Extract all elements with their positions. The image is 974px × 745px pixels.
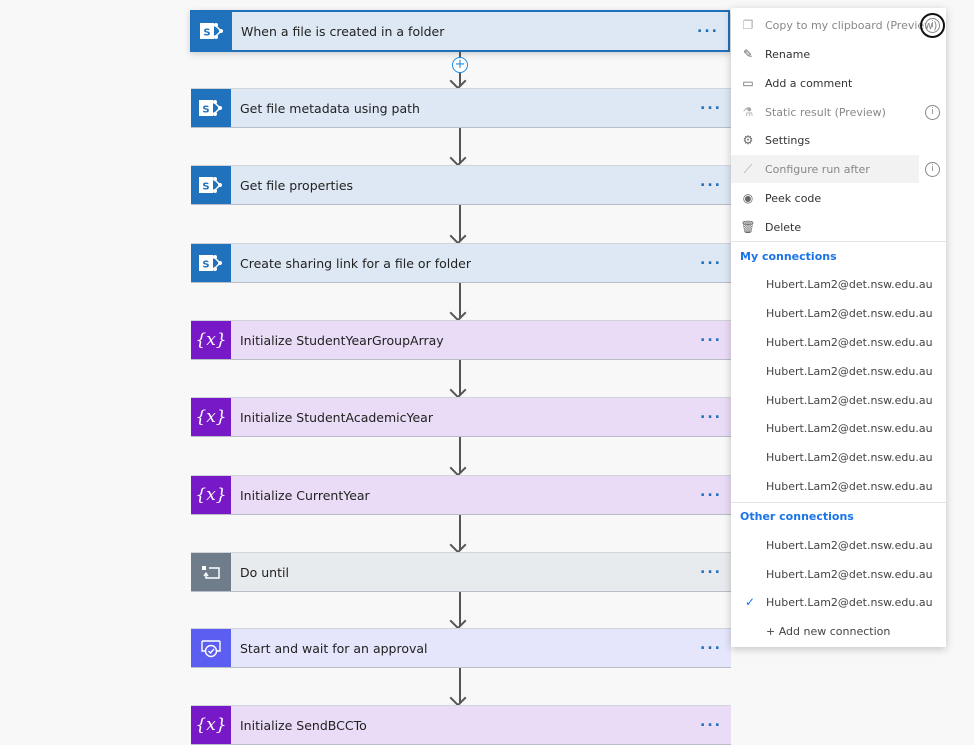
menu-item-label: Static result (Preview) xyxy=(765,105,886,119)
arrow-down-icon xyxy=(449,304,467,322)
flow-step-title: Get file metadata using path xyxy=(240,100,420,116)
more-options-button[interactable]: ... xyxy=(691,98,731,116)
flow-step-card[interactable]: S Get file metadata using path... xyxy=(191,88,731,128)
connection-item[interactable]: Hubert.Lam2@det.nsw.edu.au xyxy=(766,451,933,464)
menu-item-label: Add a comment xyxy=(765,76,853,90)
connection-item[interactable]: Hubert.Lam2@det.nsw.edu.au xyxy=(766,480,933,493)
connection-item[interactable]: Hubert.Lam2@det.nsw.edu.au xyxy=(766,336,933,349)
flow-step-card[interactable]: S When a file is created in a folder... xyxy=(190,10,730,52)
connection-item[interactable]: Hubert.Lam2@det.nsw.edu.au xyxy=(766,539,933,552)
run-after-icon: ⟋ xyxy=(743,161,753,176)
connection-item[interactable]: Hubert.Lam2@det.nsw.edu.au xyxy=(766,422,933,435)
menu-item-rename[interactable]: ✎ Rename xyxy=(731,40,946,68)
arrow-down-icon xyxy=(449,72,467,90)
loop-icon xyxy=(191,553,231,591)
more-options-button[interactable]: ... xyxy=(691,485,731,503)
flow-step-card[interactable]: S Get file properties... xyxy=(191,165,731,205)
action-context-menu: My connections Other connections + Add n… xyxy=(731,8,946,647)
more-options-button[interactable]: ... xyxy=(691,175,731,193)
flow-step-card[interactable]: Start and wait for an approval... xyxy=(191,628,731,668)
more-options-button[interactable]: ... xyxy=(688,21,728,39)
flow-step-title: Start and wait for an approval xyxy=(240,640,428,656)
menu-item-label: Delete xyxy=(765,220,802,234)
approval-icon xyxy=(191,629,231,667)
connection-item[interactable]: Hubert.Lam2@det.nsw.edu.au xyxy=(766,568,933,581)
menu-item-peek-code[interactable]: ◉ Peek code xyxy=(731,184,946,212)
flow-step-title: Initialize StudentYearGroupArray xyxy=(240,332,444,348)
arrow-down-icon xyxy=(449,459,467,477)
arrow-down-icon xyxy=(449,612,467,630)
menu-item-copy-to-my-clipboard-preview[interactable]: ❐ Copy to my clipboard (Preview) xyxy=(731,11,946,39)
sharepoint-icon: S xyxy=(191,244,231,282)
svg-text:S: S xyxy=(202,182,209,193)
svg-text:S: S xyxy=(202,105,209,116)
more-options-button[interactable]: ... xyxy=(691,715,731,733)
flow-step-title: Initialize StudentAcademicYear xyxy=(240,409,433,425)
flow-step-title: When a file is created in a folder xyxy=(241,23,445,39)
connection-item[interactable]: Hubert.Lam2@det.nsw.edu.au xyxy=(766,307,933,320)
variable-icon: {x} xyxy=(191,321,231,359)
info-icon[interactable]: i xyxy=(925,105,940,120)
variable-icon: {x} xyxy=(191,476,231,514)
flow-step-card[interactable]: {x} Initialize CurrentYear... xyxy=(191,475,731,515)
more-options-button[interactable]: ... xyxy=(691,253,731,271)
flask-icon: ⚗ xyxy=(742,105,754,119)
add-step-button[interactable]: + xyxy=(452,57,468,73)
sharepoint-icon: S xyxy=(191,89,231,127)
flow-step-title: Get file properties xyxy=(240,177,354,193)
other-connections-heading: Other connections xyxy=(740,510,854,523)
trash-icon: 🗑 xyxy=(740,220,756,234)
pencil-icon: ✎ xyxy=(742,47,754,61)
flow-step-card[interactable]: S Create sharing link for a file or folde… xyxy=(191,243,731,283)
connection-item[interactable]: Hubert.Lam2@det.nsw.edu.au xyxy=(766,278,933,291)
info-icon[interactable]: i xyxy=(925,162,940,177)
more-options-button[interactable]: ... xyxy=(691,330,731,348)
arrow-down-icon xyxy=(449,689,467,707)
variable-icon: {x} xyxy=(191,706,231,744)
menu-item-label: Copy to my clipboard (Preview) xyxy=(765,18,938,32)
my-connections-heading: My connections xyxy=(740,250,837,263)
flow-step-card[interactable]: {x} Initialize StudentAcademicYear... xyxy=(191,397,731,437)
checkmark-icon: ✓ xyxy=(745,595,756,609)
more-options-button[interactable]: ... xyxy=(691,562,731,580)
flow-step-card[interactable]: {x} Initialize StudentYearGroupArray... xyxy=(191,320,731,360)
eye-icon: ◉ xyxy=(742,191,754,205)
add-new-connection-link[interactable]: + Add new connection xyxy=(766,625,890,638)
menu-item-settings[interactable]: ⚙ Settings xyxy=(731,126,946,154)
menu-item-label: Configure run after xyxy=(765,162,870,176)
sharepoint-icon: S xyxy=(192,12,232,50)
svg-text:S: S xyxy=(202,260,209,271)
arrow-down-icon xyxy=(449,381,467,399)
flow-step-title: Create sharing link for a file or folder xyxy=(240,255,471,271)
connection-item[interactable]: Hubert.Lam2@det.nsw.edu.au xyxy=(766,596,933,609)
connection-item[interactable]: Hubert.Lam2@det.nsw.edu.au xyxy=(766,394,933,407)
flow-step-title: Do until xyxy=(240,564,289,580)
menu-item-label: Rename xyxy=(765,47,811,61)
comment-icon: ▭ xyxy=(742,76,754,90)
sharepoint-icon: S xyxy=(191,166,231,204)
menu-divider xyxy=(731,502,946,503)
arrow-down-icon xyxy=(449,536,467,554)
copy-icon: ❐ xyxy=(742,18,754,32)
flow-step-title: Initialize SendBCCTo xyxy=(240,717,367,733)
menu-item-label: Peek code xyxy=(765,191,822,205)
menu-item-label: Settings xyxy=(765,133,811,147)
menu-item-delete[interactable]: 🗑 Delete xyxy=(731,213,946,241)
flow-step-card[interactable]: Do until... xyxy=(191,552,731,592)
connection-item[interactable]: Hubert.Lam2@det.nsw.edu.au xyxy=(766,365,933,378)
menu-item-static-result-preview[interactable]: ⚗ Static result (Preview) xyxy=(731,98,946,126)
svg-text:S: S xyxy=(203,28,210,39)
arrow-down-icon xyxy=(449,227,467,245)
menu-item-add-a-comment[interactable]: ▭ Add a comment xyxy=(731,69,946,97)
variable-icon: {x} xyxy=(191,398,231,436)
more-options-button[interactable]: ... xyxy=(691,407,731,425)
info-icon[interactable]: i xyxy=(920,13,945,38)
flow-step-title: Initialize CurrentYear xyxy=(240,487,370,503)
menu-divider xyxy=(731,241,946,242)
arrow-down-icon xyxy=(449,149,467,167)
more-options-button[interactable]: ... xyxy=(691,638,731,656)
menu-item-configure-run-after[interactable]: ⟋ Configure run after xyxy=(731,155,919,183)
flow-step-card[interactable]: {x} Initialize SendBCCTo... xyxy=(191,705,731,745)
gear-icon: ⚙ xyxy=(742,133,754,147)
